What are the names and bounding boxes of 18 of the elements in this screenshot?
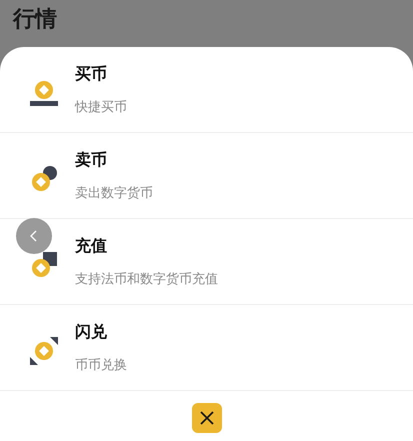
- coin-exchange-icon: [30, 336, 58, 364]
- item-subtitle: 卖出数字货币: [75, 184, 153, 203]
- item-subtitle: 快捷买币: [75, 98, 127, 117]
- menu-item[interactable]: 买币 快捷买币: [0, 47, 413, 133]
- item-title: 闪兑: [75, 320, 108, 343]
- coin-on-base-icon: [30, 78, 58, 106]
- close-icon: [198, 410, 214, 426]
- item-title: 买币: [75, 62, 108, 85]
- two-coins-icon: [30, 164, 58, 192]
- item-subtitle: 支持法币和数字货币充值: [75, 270, 218, 289]
- menu-item[interactable]: 卖币 卖出数字货币: [0, 133, 413, 219]
- page-title: 行情: [13, 7, 57, 32]
- item-title: 卖币: [75, 148, 108, 171]
- item-title: 充值: [75, 234, 108, 257]
- close-button[interactable]: [192, 403, 222, 433]
- menu-item[interactable]: 闪兑 币币兑换: [0, 305, 413, 391]
- coin-with-square-icon: [30, 250, 58, 278]
- item-subtitle: 币币兑换: [75, 356, 127, 375]
